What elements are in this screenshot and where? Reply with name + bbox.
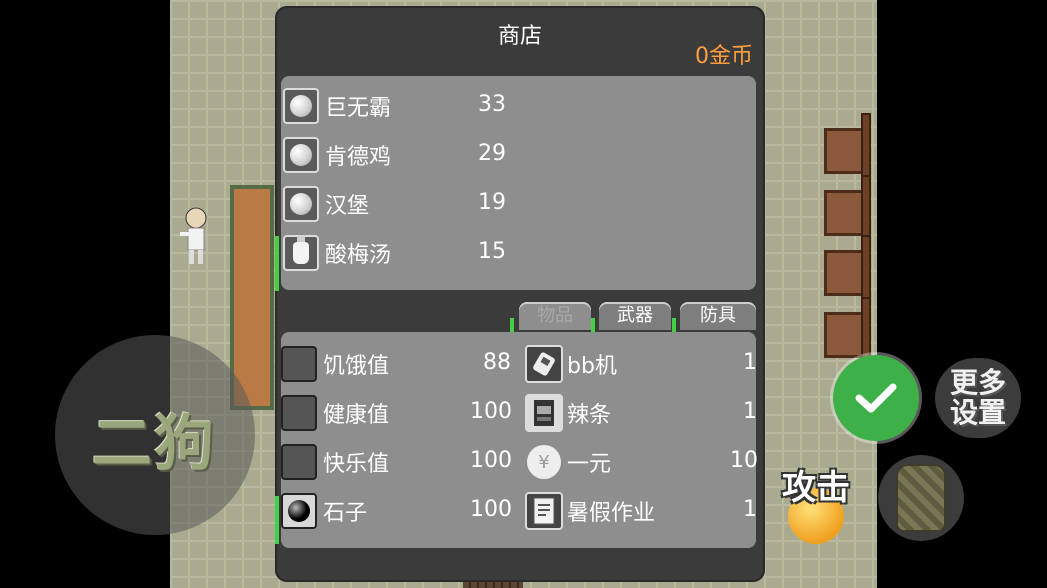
tab-weapons[interactable]: 武器 <box>599 302 671 330</box>
stat-value: 88 <box>483 350 511 375</box>
shop-item-price: 33 <box>478 92 506 117</box>
tab-marker <box>510 318 514 332</box>
item-slot <box>281 493 317 529</box>
stat-name: 石子 <box>323 501 368 526</box>
npc-character <box>180 207 207 264</box>
shop-item-name: 肯德鸡 <box>325 145 392 170</box>
stat-row: 快乐值 <box>281 442 389 482</box>
pearl-icon <box>290 193 312 215</box>
homework-icon <box>533 497 555 525</box>
item-slot <box>283 137 319 173</box>
item-slot <box>525 492 563 530</box>
inventory-item-count: 10 <box>730 448 758 473</box>
shop-item[interactable]: 肯德鸡 <box>283 135 391 175</box>
coin-icon: ¥ <box>527 445 561 479</box>
chair <box>824 235 871 299</box>
tab-marker <box>591 318 595 332</box>
stat-row: 饥饿值 <box>281 344 389 384</box>
stat-value: 100 <box>470 399 512 424</box>
snack-icon <box>534 400 554 426</box>
stat-name: 饥饿值 <box>323 354 390 379</box>
player-name: 二狗 <box>92 409 216 479</box>
shop-item-name: 巨无霸 <box>325 96 392 121</box>
more-settings-button[interactable]: 更多 设置 <box>935 358 1021 438</box>
inventory-item-name: 一元 <box>567 452 612 477</box>
scroll-marker <box>275 236 279 291</box>
inventory-item[interactable]: bb机 <box>525 344 617 384</box>
inventory-item[interactable]: ¥ 一元 <box>525 442 611 482</box>
shop-item-list: 巨无霸 33 肯德鸡 29 汉堡 19 酸梅汤 15 <box>281 76 756 290</box>
inventory-item-count: 1 <box>743 399 757 424</box>
pearl-icon <box>290 144 312 166</box>
inventory-item[interactable]: 辣条 <box>525 393 611 433</box>
shop-panel: 商店 0金币 巨无霸 33 肯德鸡 29 汉堡 19 酸梅汤 15 物品 武器 … <box>275 6 765 582</box>
shop-item-name: 汉堡 <box>325 194 370 219</box>
chair <box>824 175 871 239</box>
coin-balance: 0金币 <box>695 44 753 69</box>
item-slot <box>283 235 319 271</box>
settings-label-line1: 更多 <box>949 366 1006 399</box>
pager-icon <box>533 352 555 376</box>
stat-row: 健康值 <box>281 393 389 433</box>
chair <box>824 297 871 361</box>
inventory-panel: 饥饿值 88 健康值 100 快乐值 100 石子 100 bb机 1 辣条 1… <box>281 332 758 548</box>
inventory-item-name: 辣条 <box>567 403 612 428</box>
backpack-button[interactable] <box>878 455 964 541</box>
inventory-item-count: 1 <box>743 350 757 375</box>
inventory-item[interactable]: 暑假作业 <box>525 491 655 531</box>
chair <box>824 113 871 177</box>
tab-armor[interactable]: 防具 <box>680 302 756 330</box>
shop-item-name: 酸梅汤 <box>325 243 392 268</box>
inventory-item-name: bb机 <box>567 354 617 379</box>
tab-items[interactable]: 物品 <box>519 302 591 330</box>
stat-name: 健康值 <box>323 403 390 428</box>
stat-value: 100 <box>470 448 512 473</box>
coin-symbol: ¥ <box>538 451 550 473</box>
item-slot <box>525 394 563 432</box>
stat-row[interactable]: 石子 <box>281 491 367 531</box>
inventory-item-count: 1 <box>743 497 757 522</box>
confirm-button[interactable] <box>833 355 919 441</box>
item-slot <box>283 186 319 222</box>
shop-item[interactable]: 酸梅汤 <box>283 233 391 273</box>
settings-label-line2: 设置 <box>949 396 1006 429</box>
attack-label: 攻击 <box>782 468 850 508</box>
shop-title: 商店 <box>497 24 542 49</box>
attack-button[interactable]: 攻击 <box>778 460 858 544</box>
shop-item-price: 15 <box>478 239 506 264</box>
stone-icon <box>288 500 310 522</box>
shop-item-price: 29 <box>478 141 506 166</box>
empty-slot <box>281 395 317 431</box>
shop-item-price: 19 <box>478 190 506 215</box>
tab-marker <box>672 318 676 332</box>
stat-name: 快乐值 <box>323 452 390 477</box>
empty-slot <box>281 346 317 382</box>
bottle-icon <box>293 236 309 264</box>
shop-item[interactable]: 汉堡 <box>283 184 369 224</box>
checkmark-icon <box>855 383 897 413</box>
pearl-icon <box>290 95 312 117</box>
backpack-icon <box>896 464 946 532</box>
item-slot <box>283 88 319 124</box>
scroll-marker <box>275 496 279 544</box>
inventory-item-name: 暑假作业 <box>567 501 656 526</box>
shop-item[interactable]: 巨无霸 <box>283 86 391 126</box>
item-slot <box>525 345 563 383</box>
stat-value: 100 <box>470 497 512 522</box>
empty-slot <box>281 444 317 480</box>
